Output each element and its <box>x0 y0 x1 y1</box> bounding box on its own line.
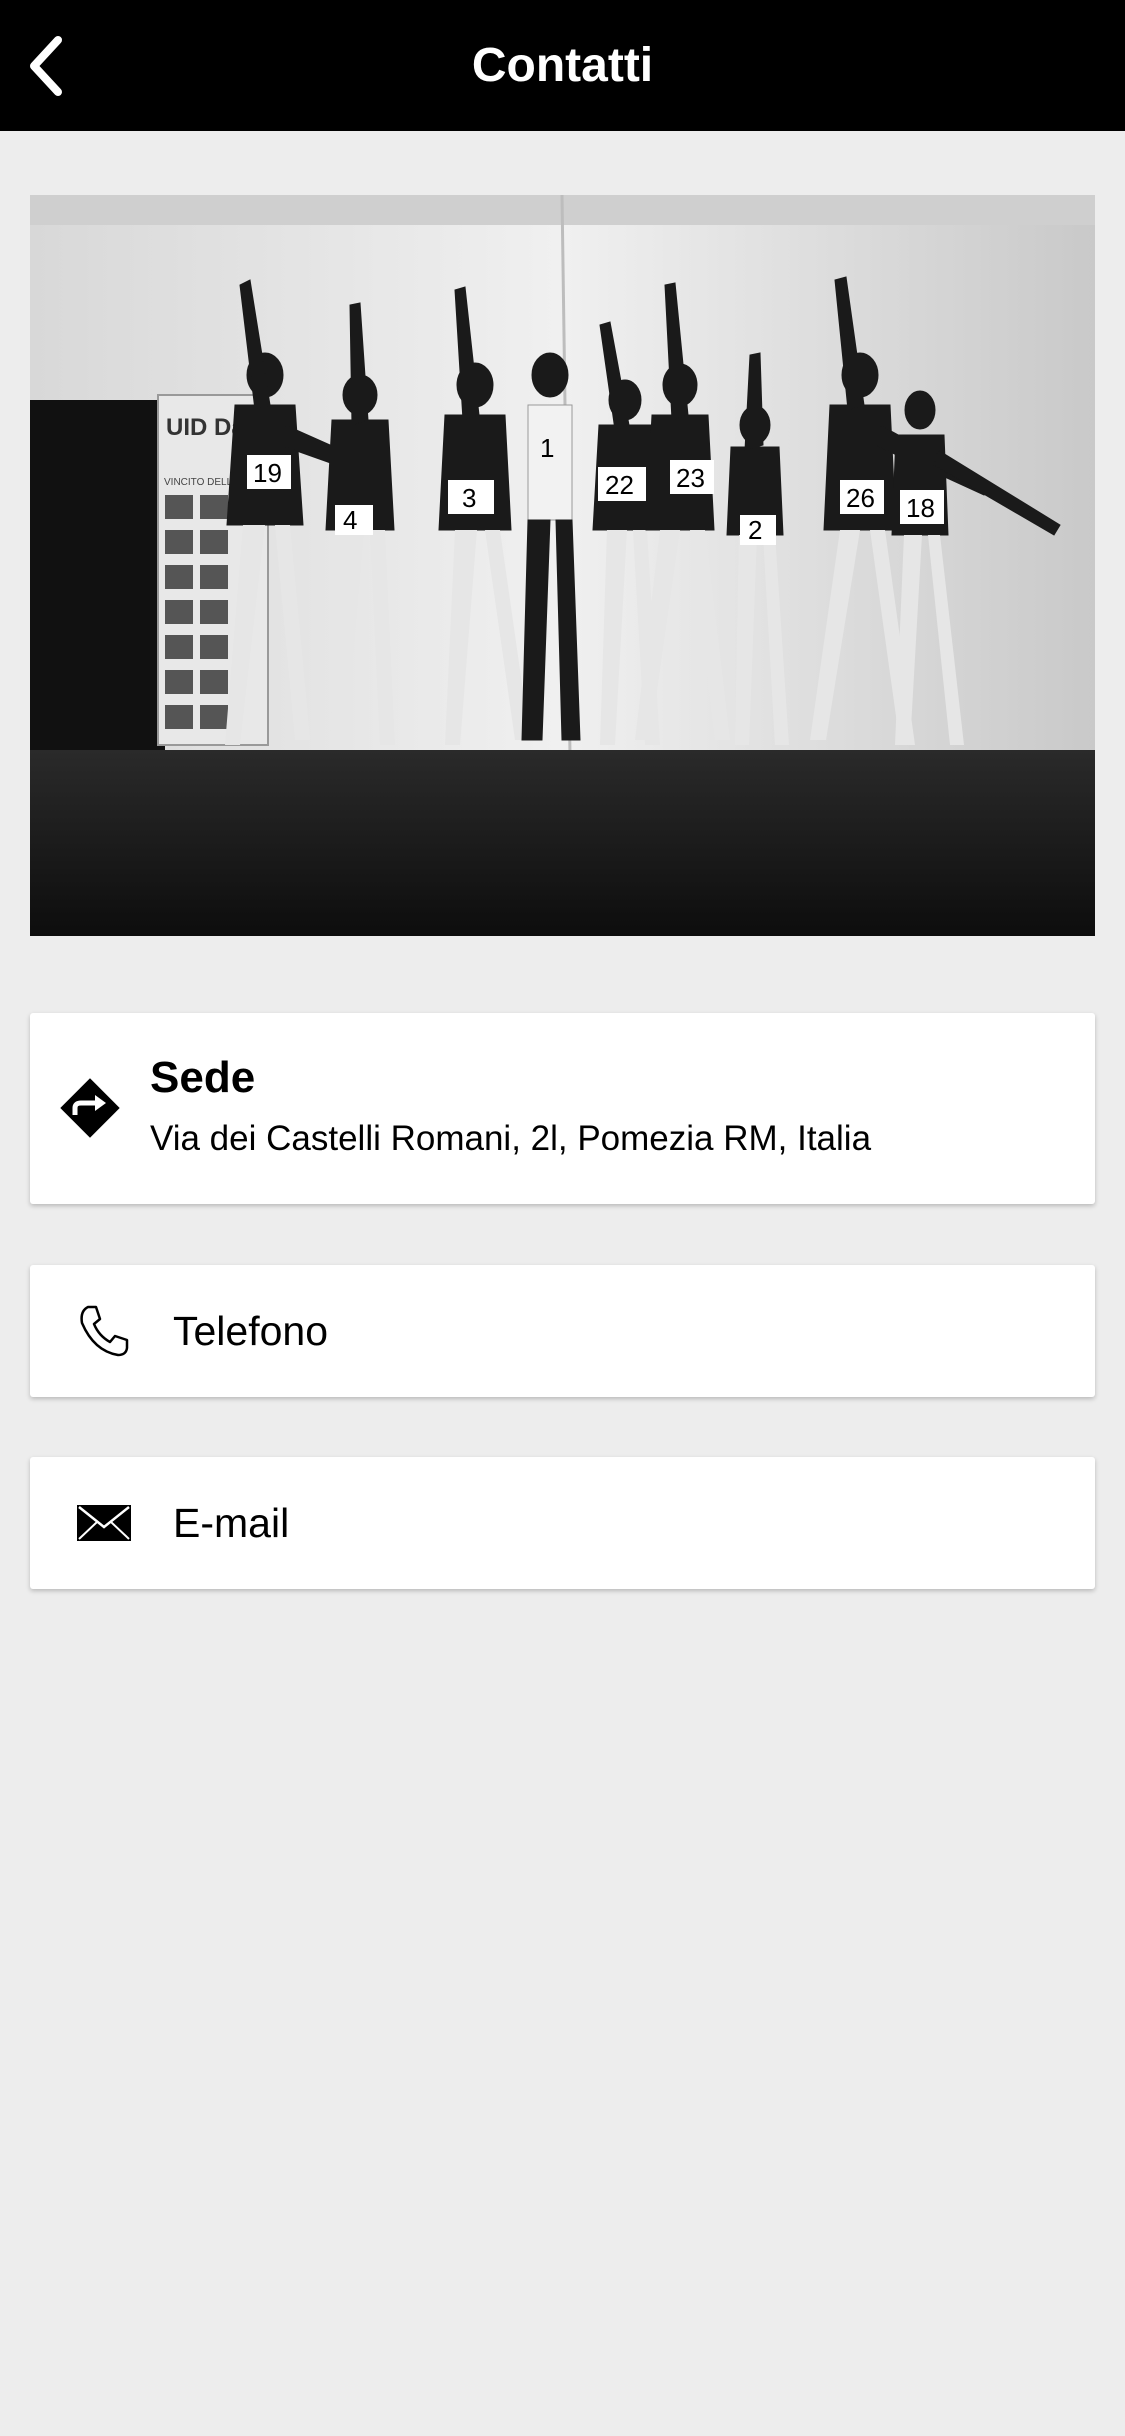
bib-number: 4 <box>343 505 357 535</box>
dance-school-photo: UID Danza VINCITO DELLE SCORSE 19 4 3 1 … <box>30 195 1095 936</box>
bib-number: 19 <box>253 458 282 488</box>
bib-number: 18 <box>906 493 935 523</box>
directions-icon <box>60 1078 120 1138</box>
email-label: E-mail <box>173 1499 290 1546</box>
bib-number: 2 <box>748 515 762 545</box>
bib-number: 22 <box>605 470 634 500</box>
bib-number: 1 <box>540 433 554 463</box>
sede-card[interactable]: Sede Via dei Castelli Romani, 2l, Pomezi… <box>30 1013 1095 1204</box>
email-card[interactable]: E-mail <box>30 1457 1095 1589</box>
phone-icon <box>80 1305 129 1357</box>
telefono-card[interactable]: Telefono <box>30 1265 1095 1397</box>
bib-number: 23 <box>676 463 705 493</box>
sede-address: Via dei Castelli Romani, 2l, Pomezia RM,… <box>150 1119 872 1158</box>
telefono-label: Telefono <box>173 1307 329 1354</box>
bib-number: 26 <box>846 483 875 513</box>
page-title: Contatti <box>471 39 654 92</box>
top-navigation-bar: Contatti <box>0 0 1125 131</box>
sede-title: Sede <box>150 1053 256 1102</box>
envelope-icon <box>77 1505 131 1541</box>
bib-number: 3 <box>462 483 476 513</box>
